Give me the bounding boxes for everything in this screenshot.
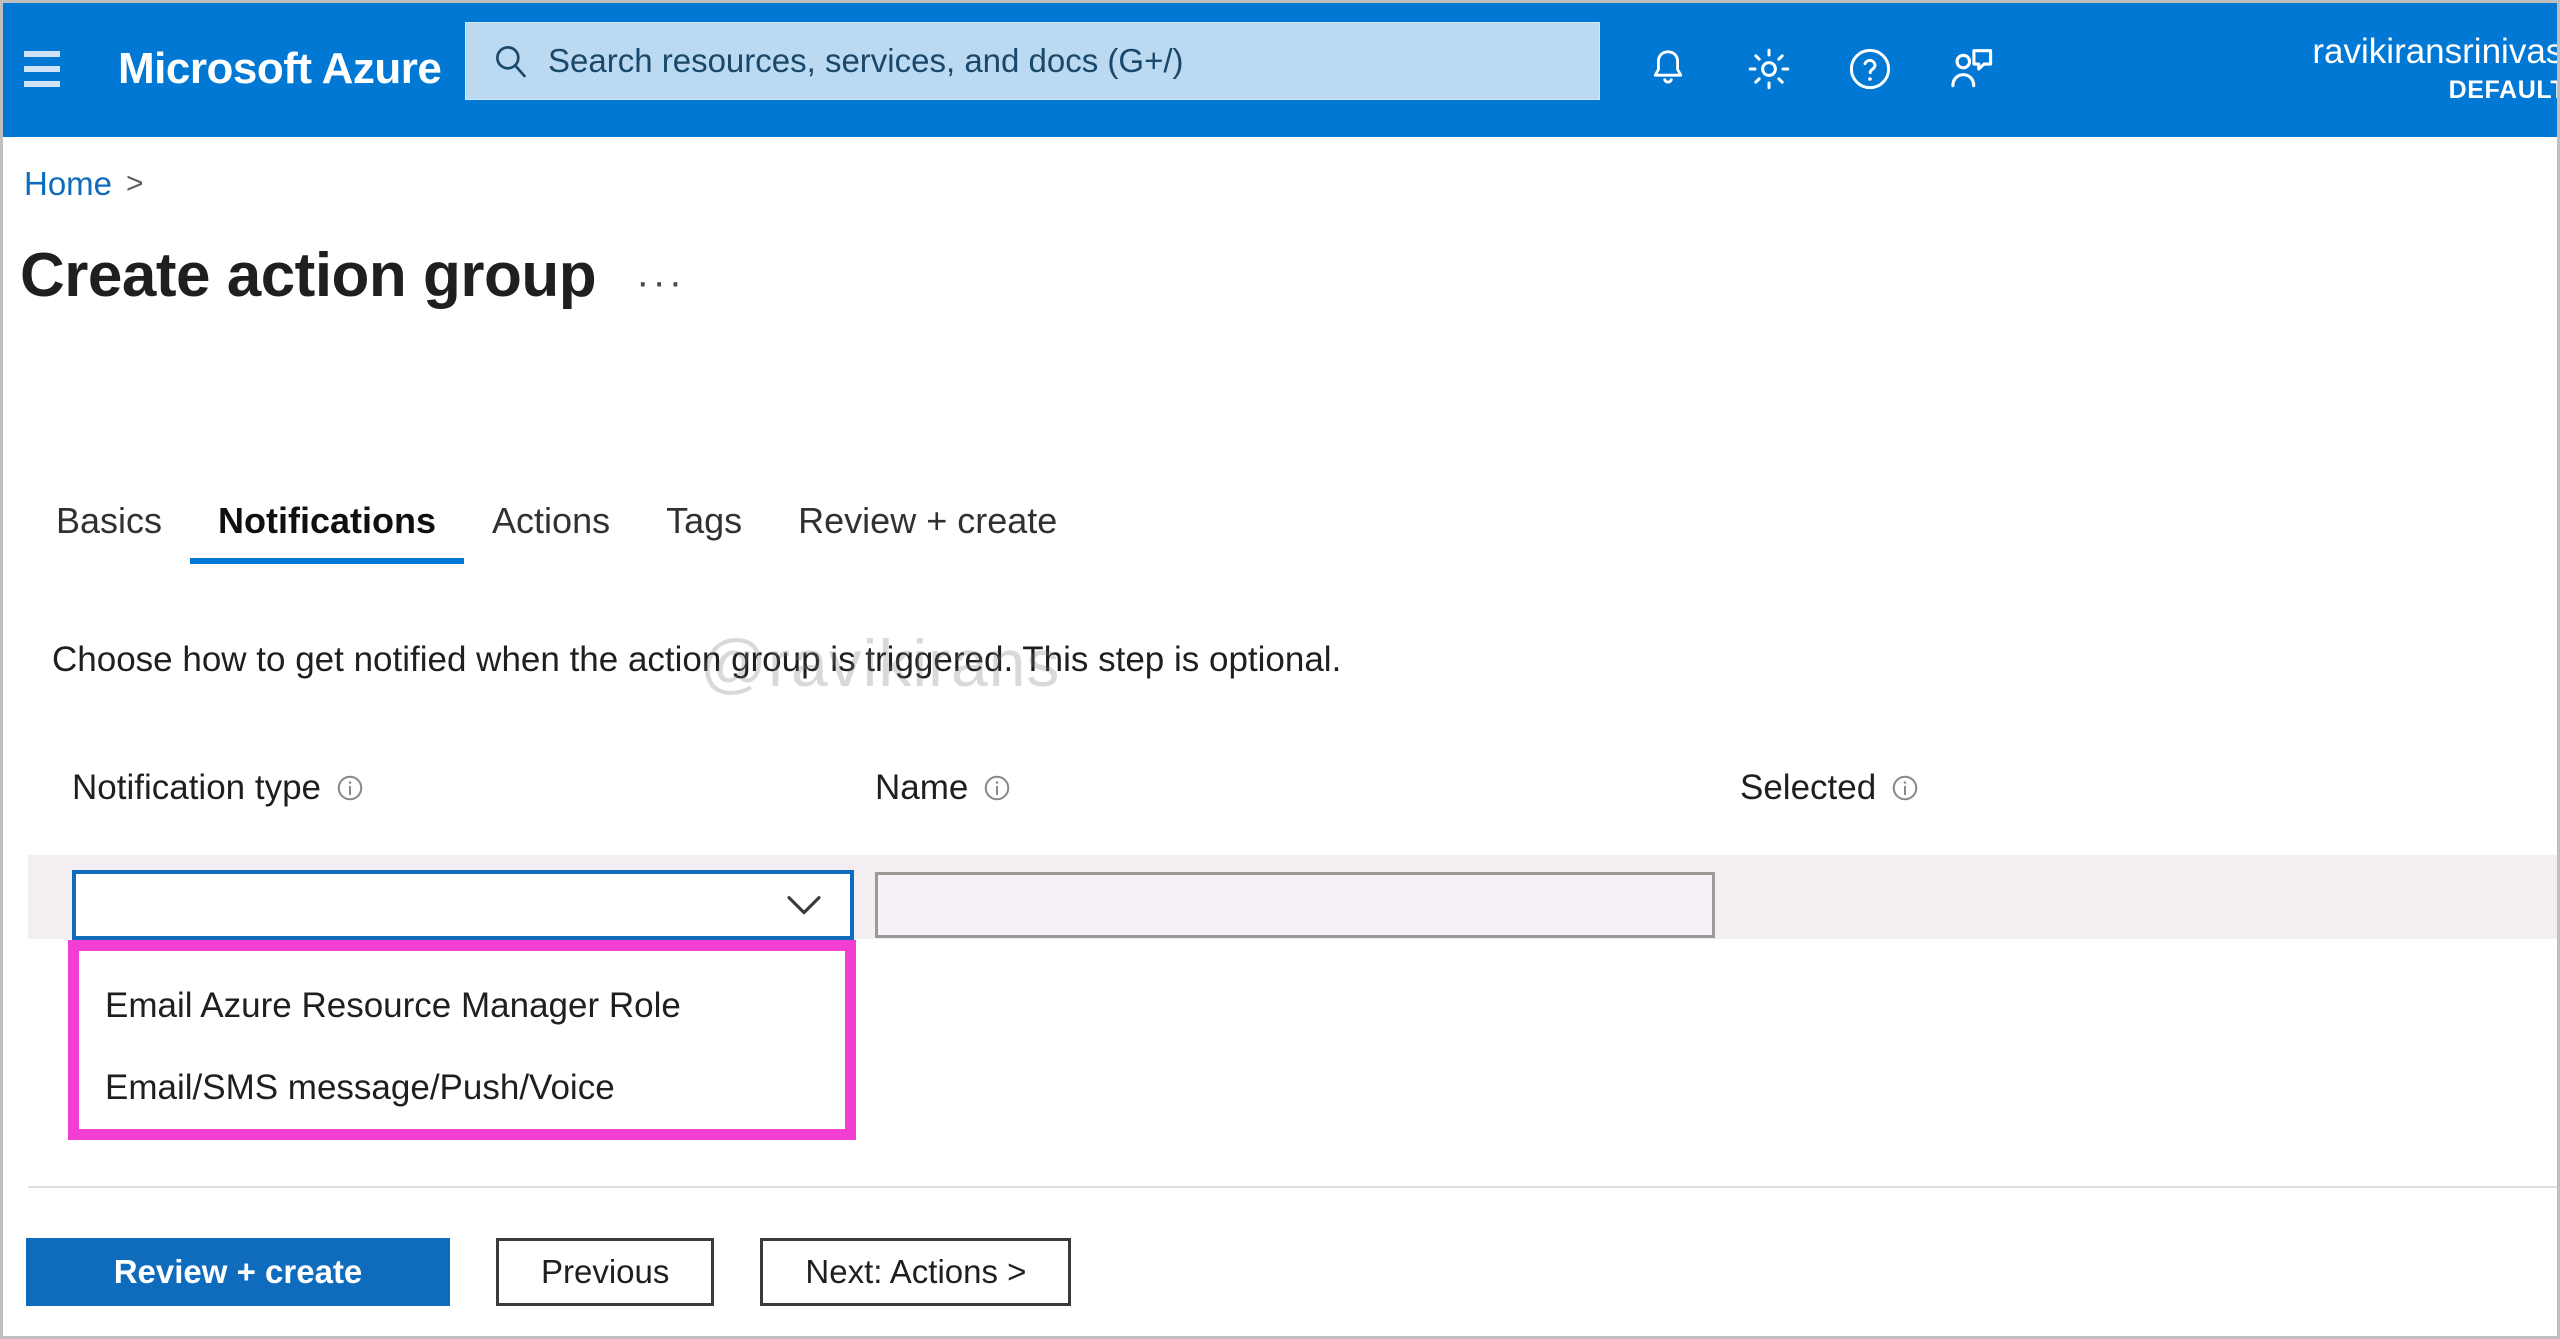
column-header-name: Name	[875, 768, 1012, 808]
dropdown-options-highlight: Email Azure Resource Manager Role Email/…	[68, 940, 856, 1140]
notification-table-headers: Notification type Name Selected	[0, 768, 2560, 828]
search-icon	[492, 42, 530, 80]
breadcrumb-home-link[interactable]: Home	[24, 165, 112, 203]
chevron-down-icon[interactable]	[784, 891, 824, 919]
breadcrumb-separator-icon: >	[126, 167, 144, 200]
previous-button[interactable]: Previous	[496, 1238, 715, 1306]
tab-review-create[interactable]: Review + create	[770, 500, 1085, 564]
dropdown-option-email-arm-role[interactable]: Email Azure Resource Manager Role	[79, 965, 845, 1047]
column-header-notification-type: Notification type	[72, 768, 365, 808]
info-icon[interactable]	[982, 773, 1012, 803]
more-options-icon[interactable]: ···	[636, 246, 685, 305]
hamburger-menu-icon[interactable]	[16, 43, 68, 95]
step-description: Choose how to get notified when the acti…	[52, 640, 1342, 679]
column-header-selected-label: Selected	[1740, 768, 1877, 807]
column-header-notification-type-label: Notification type	[72, 768, 322, 807]
settings-gear-icon[interactable]	[1741, 41, 1797, 97]
name-input[interactable]	[875, 872, 1715, 938]
account-info[interactable]: ravikiransrinivasulu DEFAULT DI	[2210, 0, 2560, 137]
page-title: Create action group	[20, 241, 597, 310]
tab-basics[interactable]: Basics	[28, 500, 190, 564]
review-create-button[interactable]: Review + create	[26, 1238, 450, 1306]
wizard-tabs: Basics Notifications Actions Tags Review…	[28, 500, 1085, 564]
column-header-name-label: Name	[875, 768, 969, 807]
info-icon[interactable]	[335, 773, 365, 803]
global-search-box[interactable]: Search resources, services, and docs (G+…	[465, 22, 1600, 100]
dropdown-option-email-sms-push-voice[interactable]: Email/SMS message/Push/Voice	[79, 1047, 845, 1129]
tab-actions[interactable]: Actions	[464, 500, 638, 564]
top-bar-icon-group	[1640, 0, 1999, 137]
info-icon[interactable]	[1890, 773, 1920, 803]
account-username: ravikiransrinivasulu	[2312, 31, 2560, 71]
feedback-person-icon[interactable]	[1943, 41, 1999, 97]
next-actions-button[interactable]: Next: Actions >	[760, 1238, 1072, 1306]
search-input[interactable]: Search resources, services, and docs (G+…	[548, 42, 1184, 80]
top-navigation-bar: Microsoft Azure Search resources, servic…	[0, 0, 2560, 137]
footer-divider	[28, 1186, 2560, 1188]
brand-title[interactable]: Microsoft Azure	[118, 44, 442, 94]
notification-type-option-list: Email Azure Resource Manager Role Email/…	[79, 951, 845, 1129]
tab-tags[interactable]: Tags	[638, 500, 770, 564]
notification-type-dropdown[interactable]	[72, 870, 854, 940]
notifications-bell-icon[interactable]	[1640, 41, 1696, 97]
account-directory: DEFAULT DI	[2448, 76, 2560, 105]
page-header: Create action group ···	[20, 240, 685, 311]
wizard-footer: Review + create Previous Next: Actions >	[26, 1238, 1072, 1306]
help-question-icon[interactable]	[1842, 41, 1898, 97]
column-header-selected: Selected	[1740, 768, 1920, 808]
breadcrumb: Home >	[24, 165, 144, 203]
tab-notifications[interactable]: Notifications	[190, 500, 465, 564]
